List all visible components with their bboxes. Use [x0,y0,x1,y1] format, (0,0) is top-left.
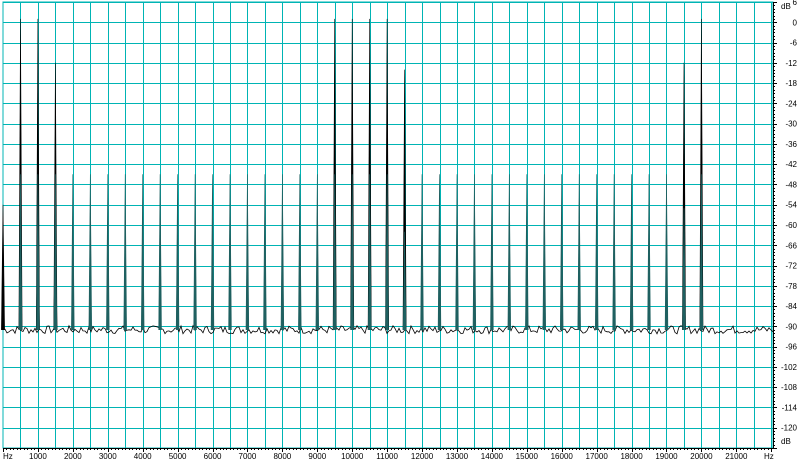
y-unit-label-bottom: dB [781,437,791,446]
y-tick-label: -72 [785,262,797,271]
x-tick-label: 19000 [655,452,678,461]
x-tick-label: 7000 [239,452,257,461]
x-tick-label: 18000 [620,452,643,461]
x-tick-label: 3000 [99,452,117,461]
y-tick-label: -42 [785,160,797,169]
peak [507,174,512,330]
x-tick-label: 11000 [376,452,398,461]
peak [123,174,127,330]
y-tick-label: -114 [782,403,798,412]
y-tick-label: 6 [793,0,798,7]
x-tick-label: 14000 [481,452,504,461]
y-tick-label: -102 [781,363,798,372]
peak [577,174,581,330]
peak [472,174,477,330]
x-unit-label-left: Hz [3,452,13,461]
peak [280,174,285,330]
y-tick-label: -84 [785,302,797,311]
x-tick-label: 5000 [169,452,187,461]
y-tick-label: 0 [793,18,798,27]
peak [315,174,320,330]
x-tick-label: 4000 [134,452,152,461]
y-tick-label: -54 [785,201,797,210]
y-tick-label: -96 [785,343,797,352]
y-tick-label: -90 [785,322,797,331]
x-tick-label: 17000 [586,452,609,461]
spectrum-chart: 1000 2000 3000 4000 5000 6000 7000 8000 9000 1000… [1,0,798,461]
x-tick-label: 1000 [29,452,47,461]
y-tick-label: -120 [781,424,798,433]
peak [245,174,250,330]
y-tick-label: -12 [785,59,797,68]
y-tick-label: -6 [790,39,798,48]
x-tick-label: 9000 [308,452,326,461]
y-tick-label: -30 [785,120,797,129]
x-tick-label: 8000 [273,452,291,461]
x-tick-label: 16000 [551,452,574,461]
peak-tall [1,204,5,330]
y-tick-label: -60 [785,221,797,230]
x-tick-label: 12000 [411,452,434,461]
y-tick-label: -108 [781,383,798,392]
y-unit-label-top: dB [781,2,791,11]
x-tick-label: 20000 [690,452,713,461]
x-tick-label: 2000 [64,452,82,461]
axes: 1000 2000 3000 4000 5000 6000 7000 8000 9000 1000… [3,0,798,461]
x-tick-label: 10000 [341,452,364,461]
peak [664,174,669,330]
x-tick-label: 15000 [516,452,539,461]
y-tick-label: -18 [785,79,797,88]
peak [612,174,616,330]
peak [542,174,547,330]
peak [88,174,93,330]
y-tick-label: -78 [785,282,797,291]
y-tick-label: -48 [785,180,797,189]
y-tick-label: -36 [785,140,797,149]
peak [193,174,197,330]
y-tick-label: -24 [785,99,797,108]
x-tick-label: 13000 [446,452,469,461]
peak [158,174,162,330]
x-tick-label: 6000 [204,452,222,461]
x-unit-label-right: Hz [764,452,774,461]
y-tick-label: -66 [785,241,797,250]
x-tick-label: 21000 [725,452,748,461]
